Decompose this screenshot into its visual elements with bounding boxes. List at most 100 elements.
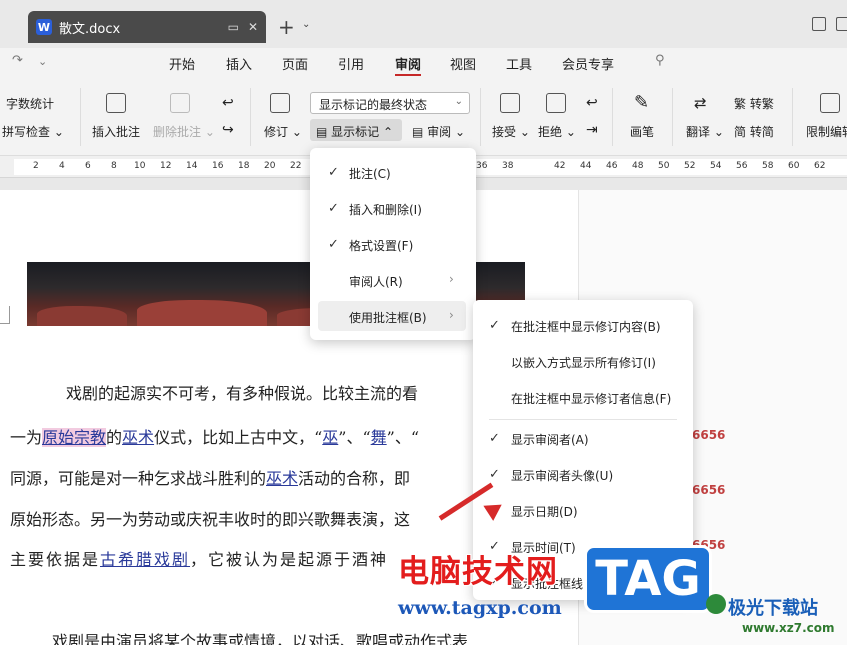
ruler-tick: 62 xyxy=(814,161,826,171)
ruler-tick: 38 xyxy=(502,161,514,171)
menu-item-show-reviewer-info[interactable]: 在批注框中显示修订者信息(F) xyxy=(511,390,671,407)
word-count-button[interactable]: 字数统计 xyxy=(6,95,54,112)
accept-label: 接受 xyxy=(492,125,517,139)
ribbon-divider xyxy=(672,88,673,146)
track-changes-button[interactable]: 修订 ⌄ xyxy=(264,123,302,140)
menu-item-show-avatar[interactable]: 显示审阅者头像(U) xyxy=(511,467,613,484)
chevron-down-icon[interactable]: ⌄ xyxy=(38,55,47,68)
text-run: 主要依据是 xyxy=(10,550,101,569)
ruler-tick: 2 xyxy=(33,161,39,171)
highlighted-insertion[interactable]: 原始宗教 xyxy=(42,428,107,447)
text-run: 的 xyxy=(106,428,123,447)
monitor-icon[interactable]: ▭ xyxy=(228,20,239,34)
menu-member[interactable]: 会员专享 xyxy=(562,54,614,73)
menu-home[interactable]: 开始 xyxy=(169,54,195,73)
check-icon: ✓ xyxy=(489,467,500,482)
close-icon[interactable]: ✕ xyxy=(248,20,258,34)
ruler-tick: 18 xyxy=(238,161,250,171)
ribbon-divider xyxy=(612,88,613,146)
ruler-tick: 58 xyxy=(762,161,774,171)
paragraph-line: 原始形态。另一为劳动或庆祝丰收时的即兴歌舞表演，这 xyxy=(10,510,411,529)
markup-state-value: 显示标记的最终状态 xyxy=(319,98,428,112)
watermark-url: www.tagxp.com xyxy=(398,597,562,619)
minimize-icon[interactable] xyxy=(836,17,847,31)
tracked-insertion[interactable]: 巫 xyxy=(322,428,338,447)
menu-item-insert-delete[interactable]: 插入和删除(I) xyxy=(349,201,422,218)
show-markup-button[interactable]: ▤ 显示标记 ⌃ xyxy=(316,123,393,140)
show-markup-label: 显示标记 xyxy=(331,125,380,139)
menu-view[interactable]: 视图 xyxy=(450,54,476,73)
reject-button[interactable]: 拒绝 ⌄ xyxy=(538,123,576,140)
previous-comment-icon[interactable]: ↩ xyxy=(222,95,234,111)
spell-check-button[interactable]: 拼写检查 ⌄ xyxy=(2,123,64,140)
restrict-edit-button[interactable]: 限制编辑 xyxy=(806,123,847,140)
menu-item-reviewers[interactable]: 审阅人(R) xyxy=(349,273,403,290)
active-tab-indicator xyxy=(395,74,421,76)
menu-item-show-reviewer[interactable]: 显示审阅者(A) xyxy=(511,431,589,448)
check-icon: ✓ xyxy=(328,201,339,216)
ruler-tick: 12 xyxy=(160,161,172,171)
banner-rock xyxy=(137,300,267,326)
to-simplified-button[interactable]: 简 转简 xyxy=(734,123,774,140)
ruler-tick: 54 xyxy=(710,161,722,171)
lock-document-icon xyxy=(820,93,840,113)
review-pane-button[interactable]: ▤ 审阅 ⌄ xyxy=(412,123,465,140)
text-run: 活动的合称，即 xyxy=(298,469,411,488)
window-layout-icon[interactable] xyxy=(812,17,826,31)
translate-icon: ⇄ xyxy=(694,94,707,112)
text-run: 仪式，比如上古中文，“ xyxy=(154,428,323,447)
tracked-insertion[interactable]: 巫术 xyxy=(266,469,298,488)
to-simplified-label: 转简 xyxy=(749,125,774,139)
pen-icon: ✎ xyxy=(634,92,650,113)
document-tab[interactable]: W 散文.docx ▭ ✕ xyxy=(28,11,266,43)
to-traditional-button[interactable]: 繁 转繁 xyxy=(734,95,774,112)
search-icon[interactable]: ⚲ xyxy=(655,53,665,68)
tracked-insertion[interactable]: 舞 xyxy=(371,428,387,447)
previous-change-icon[interactable]: ↩ xyxy=(586,95,598,111)
translate-button[interactable]: 翻译 ⌄ xyxy=(686,123,724,140)
redo-icon[interactable]: ↷ xyxy=(12,53,23,68)
text-run: ”、“ xyxy=(386,428,420,447)
ribbon-divider xyxy=(480,88,481,146)
markup-balloon-text: 6656 xyxy=(692,428,726,442)
accept-icon xyxy=(500,93,520,113)
menu-item-show-revisions-in-balloons[interactable]: 在批注框中显示修订内容(B) xyxy=(511,318,661,335)
menu-item-show-inline[interactable]: 以嵌入方式显示所有修订(I) xyxy=(511,354,656,371)
ribbon xyxy=(0,78,847,156)
check-icon: ✓ xyxy=(489,431,500,446)
ruler-tick: 56 xyxy=(736,161,748,171)
text-run: ”、“ xyxy=(338,428,371,447)
menu-page[interactable]: 页面 xyxy=(282,54,308,73)
text-run: ，它被认为是起源于酒神 xyxy=(190,550,389,569)
next-comment-icon[interactable]: ↪ xyxy=(222,122,234,138)
menu-tools[interactable]: 工具 xyxy=(506,54,532,73)
chevron-down-icon[interactable]: ⌄ xyxy=(302,19,310,30)
writer-app-icon: W xyxy=(36,19,52,35)
tracked-insertion[interactable]: 古希腊戏剧 xyxy=(100,550,190,569)
menu-item-balloons[interactable]: 使用批注框(B) xyxy=(349,309,427,326)
translate-label: 翻译 xyxy=(686,125,711,139)
insert-comment-button[interactable]: 插入批注 xyxy=(92,123,140,140)
accept-button[interactable]: 接受 ⌄ xyxy=(492,123,530,140)
document-tab-title: 散文.docx xyxy=(59,21,121,37)
ruler-tick: 10 xyxy=(134,161,146,171)
menu-item-show-date[interactable]: 显示日期(D) xyxy=(511,503,578,520)
delete-comment-button[interactable]: 删除批注 ⌄ xyxy=(153,123,215,140)
aurora-logo-icon xyxy=(706,594,726,614)
markup-state-select[interactable]: 显示标记的最终状态 ⌄ xyxy=(310,92,470,114)
menu-review[interactable]: 审阅 xyxy=(395,54,421,73)
pen-button[interactable]: 画笔 xyxy=(630,123,654,140)
tag-logo-badge: TAG xyxy=(584,545,712,613)
ruler-tick: 4 xyxy=(59,161,65,171)
menu-item-comments[interactable]: 批注(C) xyxy=(349,165,391,182)
ruler-tick: 20 xyxy=(264,161,276,171)
menu-item-formatting[interactable]: 格式设置(F) xyxy=(349,237,413,254)
ruler-tick: 16 xyxy=(212,161,224,171)
menu-insert[interactable]: 插入 xyxy=(226,54,252,73)
paragraph-line: 戏剧的起源实不可考，有多种假说。比较主流的看 xyxy=(66,384,419,403)
next-change-icon[interactable]: ⇥ xyxy=(586,122,598,138)
ruler-tick: 50 xyxy=(658,161,670,171)
menu-reference[interactable]: 引用 xyxy=(338,54,364,73)
plus-icon[interactable]: + xyxy=(278,15,295,39)
tracked-insertion[interactable]: 巫术 xyxy=(122,428,154,447)
